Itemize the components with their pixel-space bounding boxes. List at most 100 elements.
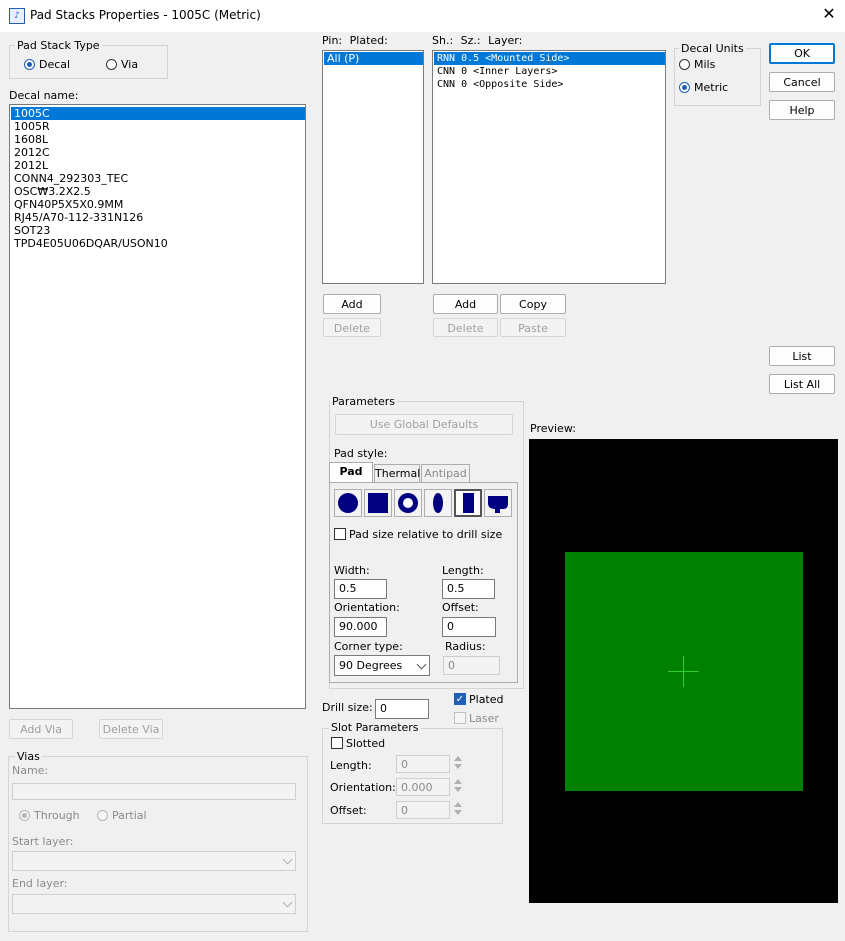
square-pad-button[interactable] [364,489,392,517]
ok-button[interactable]: OK [769,43,835,64]
list-item[interactable]: 2012L [11,159,305,172]
slot-orientation-label: Orientation: [330,781,396,794]
list-item[interactable]: RJ45/A70-112-331N126 [11,211,305,224]
pin-add-button[interactable]: Add [323,294,381,314]
cancel-button[interactable]: Cancel [769,72,835,92]
list-item[interactable]: CNN 0 <Inner Layers> [434,65,665,78]
pad-size-relative-checkbox[interactable] [334,528,346,540]
list-item[interactable]: 2012C [11,146,305,159]
pin-header-pin: Pin: [322,34,343,47]
list-item[interactable]: TPD4E05U06DQAR/USON10 [11,237,305,250]
pad-size-relative-label: Pad size relative to drill size [349,528,503,541]
list-button[interactable]: List [769,346,835,366]
crosshair-vertical [683,656,684,687]
corner-type-label: Corner type: [334,640,403,653]
layer-delete-button[interactable]: Delete [433,318,498,337]
close-icon[interactable]: ✕ [820,4,838,23]
slot-length-input[interactable]: 0 [396,755,450,773]
list-item[interactable]: 1005R [11,120,305,133]
length-label: Length: [442,564,484,577]
pad-stack-type-label: Pad Stack Type [15,39,102,52]
orientation-input[interactable]: 90.000 [334,617,387,637]
layer-list[interactable]: RNN 0.5 <Mounted Side> CNN 0 <Inner Laye… [432,50,666,284]
app-icon: ♪ [9,8,25,24]
metric-radio[interactable] [679,82,690,93]
laser-checkbox[interactable] [454,712,466,724]
list-item[interactable]: 1608L [11,133,305,146]
rectangle-pad-button[interactable] [454,489,482,517]
slot-offset-label: Offset: [330,804,367,817]
tab-pad[interactable]: Pad [329,462,373,483]
list-item[interactable]: 1005C [11,107,305,120]
tab-thermal[interactable]: Thermal [374,464,420,482]
list-item[interactable]: RNN 0.5 <Mounted Side> [434,52,665,65]
radius-input[interactable]: 0 [443,656,500,675]
layer-header: Sh.: Sz.: Layer: [432,34,522,47]
parameters-label: Parameters [330,395,397,408]
radius-label: Radius: [445,640,486,653]
through-radio[interactable] [19,810,30,821]
help-button[interactable]: Help [769,100,835,120]
via-radio-label: Via [121,58,139,71]
via-name-field[interactable] [12,783,296,800]
odd-shape-pad-icon [488,496,508,513]
list-item[interactable]: All (P) [324,52,423,65]
mils-radio[interactable] [679,59,690,70]
length-input[interactable]: 0.5 [442,579,495,599]
width-label: Width: [334,564,370,577]
delete-via-button[interactable]: Delete Via [99,719,163,739]
preview-canvas [529,439,838,903]
decal-radio[interactable] [24,59,35,70]
slot-offset-input[interactable]: 0 [396,801,450,819]
slot-length-label: Length: [330,759,372,772]
layer-copy-button[interactable]: Copy [500,294,566,314]
add-via-button[interactable]: Add Via [9,719,73,739]
tab-antipad[interactable]: Antipad [421,464,470,482]
list-item[interactable]: QFN40P5X5X0.9MM [11,198,305,211]
decal-name-list[interactable]: 1005C 1005R 1608L 2012C 2012L CONN4_2923… [9,104,306,709]
start-layer-select[interactable] [12,851,296,871]
slot-orientation-input[interactable]: 0.000 [396,778,450,796]
list-item[interactable]: CONN4_292303_TEC [11,172,305,185]
oval-pad-button[interactable] [424,489,452,517]
round-pad-icon [338,493,358,513]
list-item[interactable]: CNN 0 <Opposite Side> [434,78,665,91]
layer-add-button[interactable]: Add [433,294,498,314]
annular-pad-button[interactable] [394,489,422,517]
end-layer-select[interactable] [12,894,296,914]
preview-label: Preview: [530,422,576,435]
list-item[interactable]: OSC₩3.2X2.5 [11,185,305,198]
pin-list[interactable]: All (P) [322,50,424,284]
list-item[interactable]: SOT23 [11,224,305,237]
pin-header-plated: Plated: [349,34,388,47]
layer-paste-button[interactable]: Paste [500,318,566,337]
round-pad-button[interactable] [334,489,362,517]
odd-shape-pad-button[interactable] [484,489,512,517]
corner-type-select[interactable]: 90 Degrees [334,655,430,676]
plated-checkbox[interactable]: ✓ [454,693,466,705]
pin-delete-button[interactable]: Delete [323,318,381,337]
via-radio[interactable] [106,59,117,70]
via-name-label: Name: [12,764,49,777]
slotted-checkbox[interactable] [331,737,343,749]
window-title: Pad Stacks Properties - 1005C (Metric) [30,8,261,22]
slot-length-spinner[interactable] [454,756,462,774]
laser-label: Laser [469,712,499,725]
mils-label: Mils [694,58,716,71]
layer-header-sz: Sz.: [460,34,481,47]
start-layer-label: Start layer: [12,835,74,848]
drill-size-label: Drill size: [322,701,373,714]
slotted-label: Slotted [346,737,386,750]
layer-header-sh: Sh.: [432,34,454,47]
slot-orientation-spinner[interactable] [454,779,462,797]
offset-input[interactable]: 0 [442,617,496,637]
partial-radio[interactable] [97,810,108,821]
drill-size-input[interactable]: 0 [375,699,429,719]
list-all-button[interactable]: List All [769,374,835,394]
slot-parameters-label: Slot Parameters [329,721,421,734]
end-layer-label: End layer: [12,877,68,890]
width-input[interactable]: 0.5 [334,579,387,599]
decal-units-group [674,48,761,106]
slot-offset-spinner[interactable] [454,802,462,820]
use-global-defaults-button[interactable]: Use Global Defaults [335,414,513,435]
